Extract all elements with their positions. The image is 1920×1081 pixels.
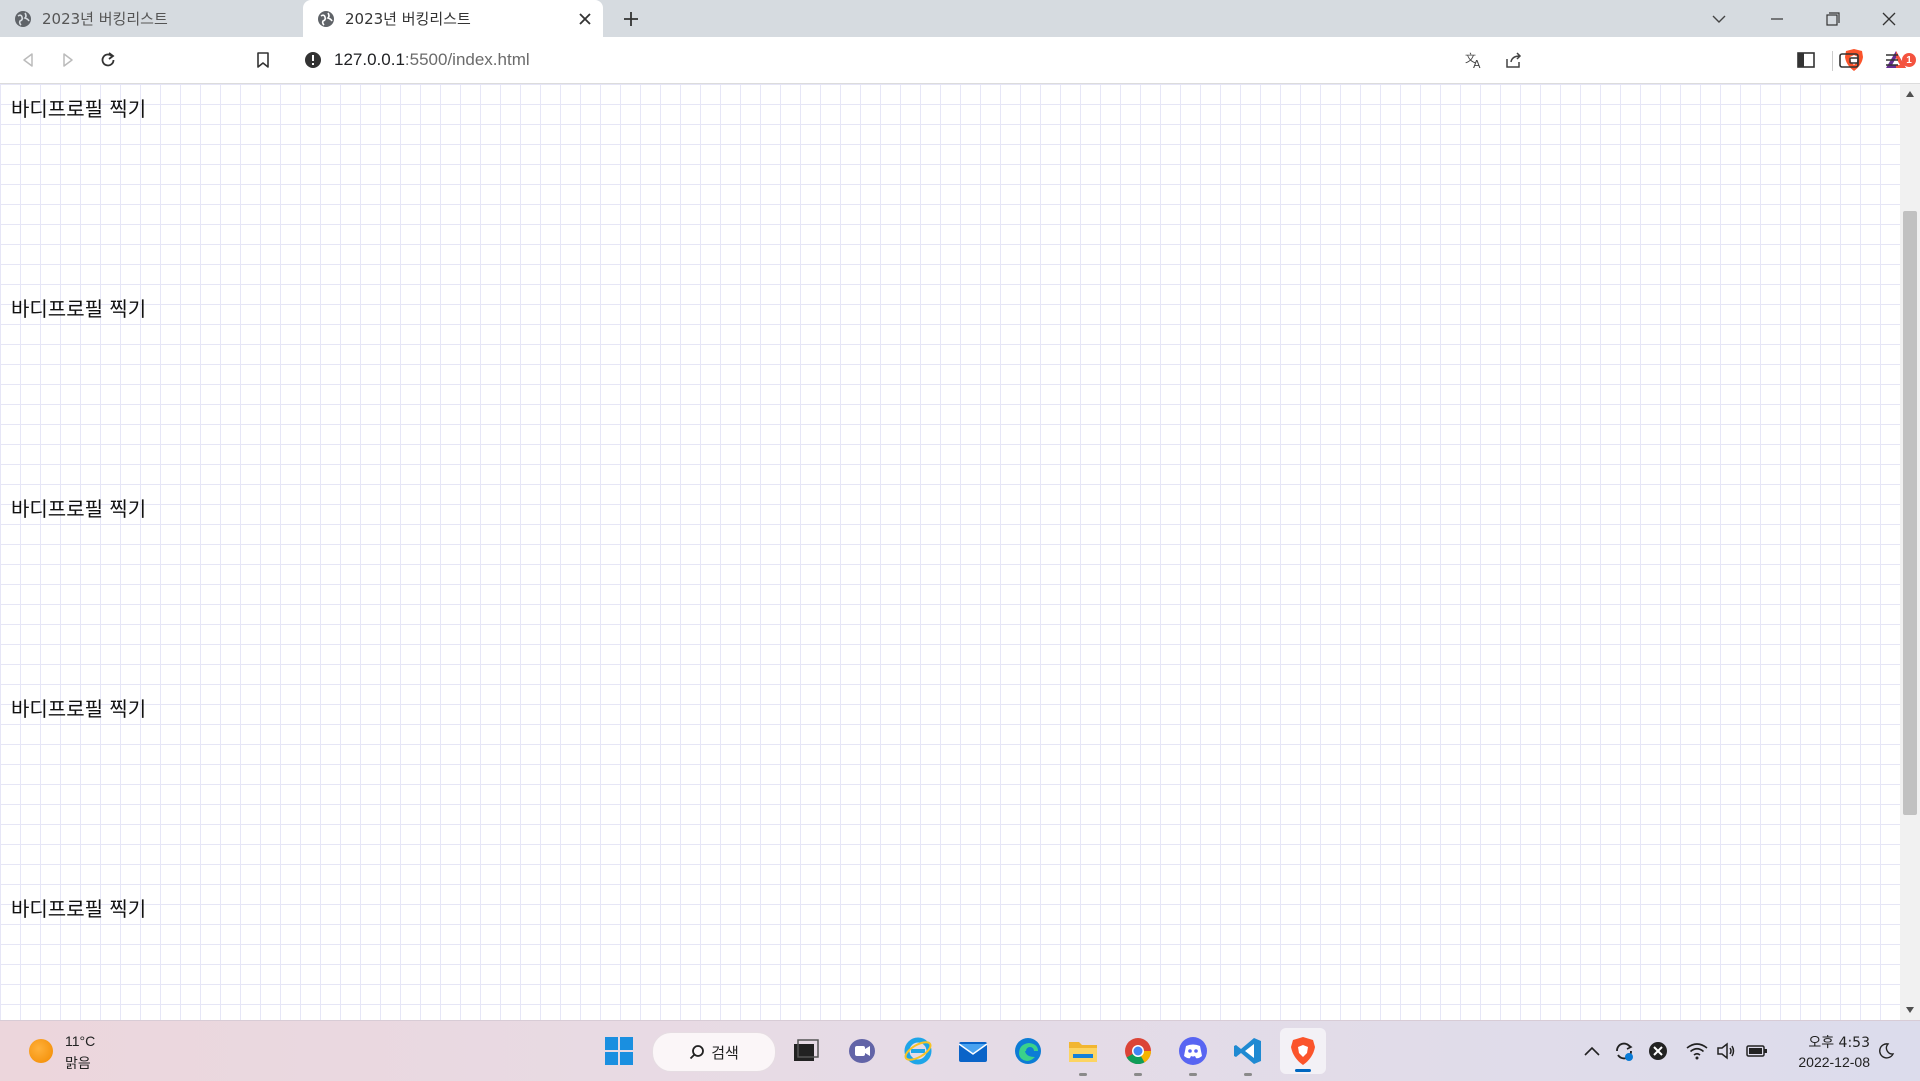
file-explorer-icon[interactable] [1066,1034,1100,1076]
running-indicator [1134,1073,1142,1076]
chrome-icon[interactable] [1121,1034,1155,1076]
page-viewport: 바디프로필 찍기 바디프로필 찍기 바디프로필 찍기 바디프로필 찍기 바디프로… [0,84,1900,1020]
forward-button[interactable] [56,48,80,72]
reload-button[interactable] [96,48,120,72]
site-info-icon[interactable] [304,51,322,69]
moon-icon[interactable] [1874,1039,1898,1063]
close-window-button[interactable] [1860,0,1918,37]
browser-toolbar: 127.0.0.1:5500/index.html 文A 1 [0,37,1920,84]
url-text: 127.0.0.1:5500/index.html [334,50,530,69]
tab-bucketlist-1[interactable]: 2023년 버킹리스트 [0,0,300,37]
scroll-up-arrow-icon[interactable] [1904,88,1916,100]
weather-condition[interactable]: 맑음 [65,1053,91,1073]
wifi-icon[interactable] [1685,1039,1709,1063]
teams-icon[interactable] [845,1034,879,1068]
tab-title: 2023년 버킹리스트 [42,10,168,28]
sidebar-icon[interactable] [1794,48,1818,72]
page-scrollbar[interactable] [1900,84,1920,1020]
back-button[interactable] [16,48,40,72]
running-indicator [1244,1073,1252,1076]
globe-icon [317,10,335,28]
tab-title: 2023년 버킹리스트 [345,10,471,28]
translate-icon[interactable]: 文A [1462,48,1486,72]
globe-icon [14,10,32,28]
brave-icon[interactable] [1280,1028,1326,1074]
share-icon[interactable] [1502,48,1526,72]
chevron-up-icon[interactable] [1580,1039,1604,1063]
task-view-icon[interactable] [789,1034,823,1068]
internet-explorer-icon[interactable] [901,1034,935,1068]
vscode-icon[interactable] [1231,1034,1265,1076]
windows-taskbar: 11°C 맑음 검색 오후 4:53 2022-12-08 [0,1020,1920,1081]
bookmark-icon[interactable] [251,48,275,72]
close-tab-icon[interactable] [575,9,595,29]
svg-text:A: A [1473,58,1481,70]
taskbar-search[interactable]: 검색 [652,1032,776,1072]
discord-icon[interactable] [1176,1034,1210,1076]
address-bar[interactable]: 127.0.0.1:5500/index.html 文A 1 [292,41,1916,79]
new-tab-button[interactable] [618,6,644,32]
menu-icon[interactable] [1880,48,1904,72]
start-icon[interactable] [602,1034,636,1068]
sync-icon[interactable] [1612,1039,1636,1063]
tab-strip: 2023년 버킹리스트 2023년 버킹리스트 [0,0,1920,37]
search-icon [690,1045,705,1060]
close-circle-icon[interactable] [1646,1039,1670,1063]
sun-icon[interactable] [29,1039,53,1063]
running-indicator [1189,1073,1197,1076]
bucket-list-item: 바디프로필 찍기 [11,497,147,521]
scroll-down-arrow-icon[interactable] [1904,1004,1916,1016]
mail-icon[interactable] [956,1034,990,1068]
active-indicator [1295,1069,1311,1072]
clock-date[interactable]: 2022-12-08 [1780,1054,1870,1070]
edge-icon[interactable] [1011,1034,1045,1068]
bucket-list-item: 바디프로필 찍기 [11,97,147,121]
rewards-badge: 1 [1902,53,1916,67]
wallet-icon[interactable] [1837,48,1861,72]
bucket-list-item: 바디프로필 찍기 [11,297,147,321]
bucket-list-item: 바디프로필 찍기 [11,897,147,921]
clock-time[interactable]: 오후 4:53 [1800,1032,1870,1052]
tab-search-chevron-icon[interactable] [1690,0,1748,37]
bucket-list-item: 바디프로필 찍기 [11,697,147,721]
search-label: 검색 [711,1043,739,1062]
tab-bucketlist-2[interactable]: 2023년 버킹리스트 [303,0,603,37]
scroll-thumb[interactable] [1903,211,1917,815]
running-indicator [1079,1073,1087,1076]
battery-icon[interactable] [1745,1039,1769,1063]
weather-temperature[interactable]: 11°C [65,1033,95,1049]
restore-button[interactable] [1804,0,1862,37]
volume-icon[interactable] [1714,1039,1738,1063]
minimize-button[interactable] [1748,0,1806,37]
toolbar-divider [1832,51,1833,71]
